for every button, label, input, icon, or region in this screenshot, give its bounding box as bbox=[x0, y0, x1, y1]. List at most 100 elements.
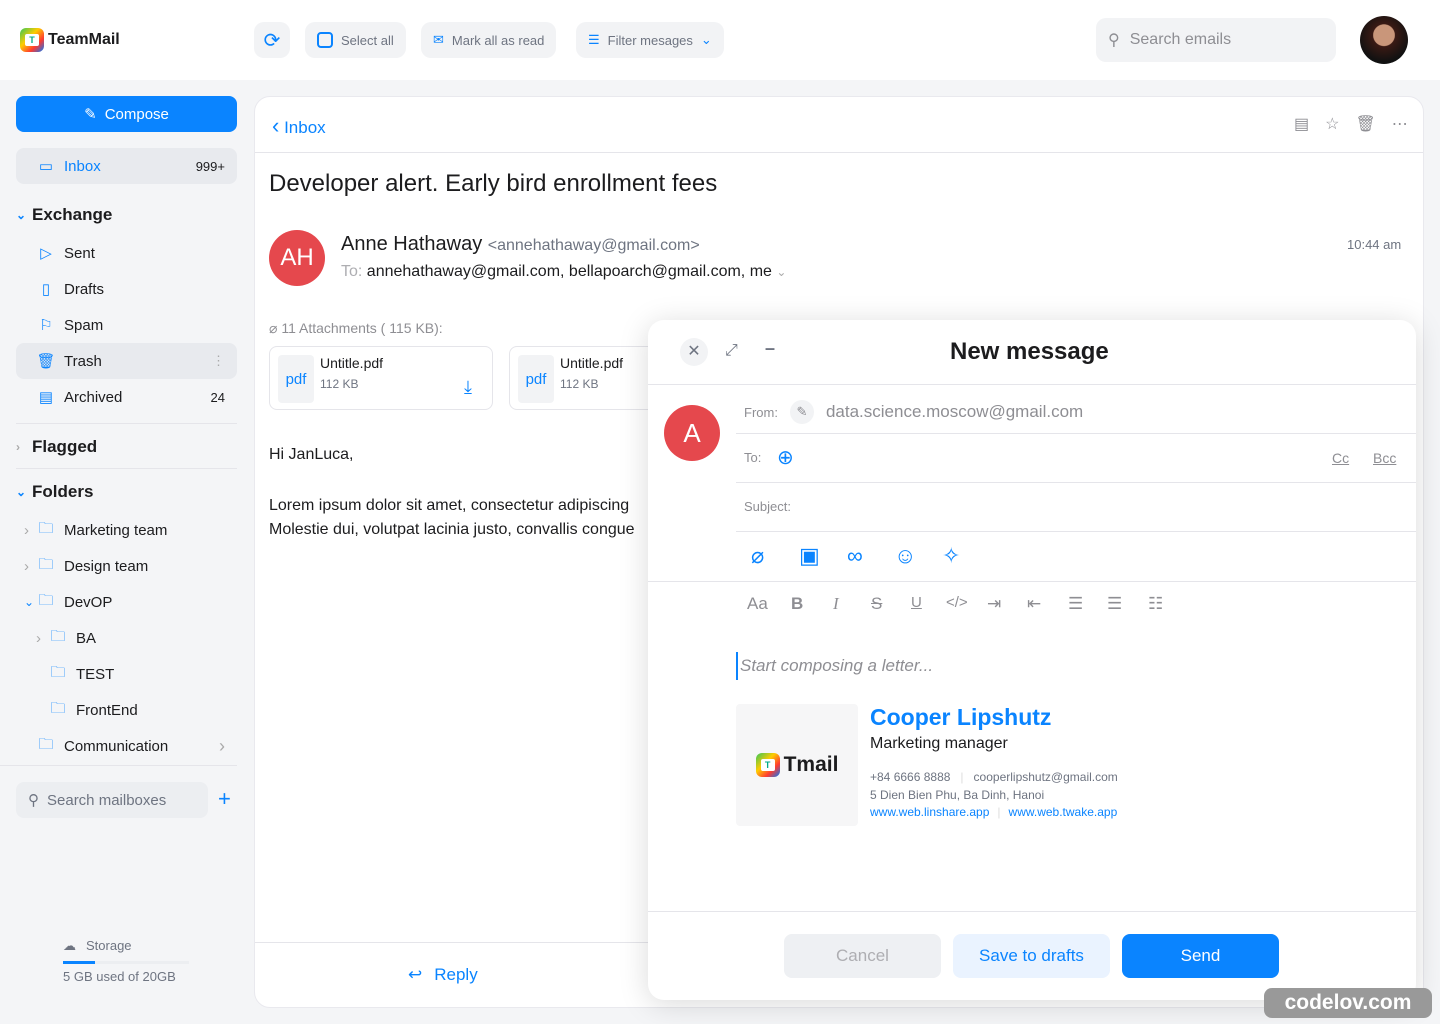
email-actions: ▤ ☆ 🗑︎ ⋯ bbox=[1294, 114, 1408, 134]
expand-icon[interactable]: ⤢ bbox=[725, 342, 738, 360]
sidebar-item-spam[interactable]: ⚐ Spam bbox=[16, 307, 237, 343]
link-icon[interactable]: ∞ bbox=[847, 543, 863, 569]
exchange-section-header[interactable]: ⌄ Exchange bbox=[16, 205, 112, 225]
signature-link[interactable]: www.web.twake.app bbox=[1009, 805, 1118, 819]
compose-icon: ✎ bbox=[84, 106, 97, 123]
sender-email: <annehathaway@gmail.com> bbox=[487, 237, 700, 254]
folder-marketing-team[interactable]: › 🗀 Marketing team bbox=[16, 512, 237, 548]
align-icon[interactable]: ☰ bbox=[1107, 594, 1122, 614]
mark-read-label: Mark all as read bbox=[451, 32, 545, 48]
signature-logo: T Tmail bbox=[736, 704, 858, 826]
minimize-icon[interactable]: – bbox=[765, 338, 775, 359]
attachments-header: ⌀ 11 Attachments ( 115 KB): bbox=[269, 320, 443, 337]
inbox-label: Inbox bbox=[64, 157, 101, 175]
numbered-list-icon[interactable]: ☷ bbox=[1148, 594, 1163, 614]
search-mailboxes-input[interactable]: ⚲ Search mailboxes bbox=[16, 782, 208, 818]
underline-icon[interactable]: U bbox=[911, 594, 922, 611]
folder-label: Communication bbox=[64, 737, 169, 755]
signature-link[interactable]: www.web.linshare.app bbox=[870, 805, 989, 819]
folder-test[interactable]: 🗀 TEST bbox=[16, 656, 237, 692]
trash-icon: 🗑︎ bbox=[36, 353, 56, 370]
sidebar-item-archived[interactable]: ▤ Archived 24 bbox=[16, 379, 237, 415]
signature-contact: +84 6666 8888 | cooperlipshutz@gmail.com bbox=[870, 770, 1118, 784]
folder-ba[interactable]: › 🗀 BA bbox=[16, 620, 237, 656]
more-vertical-icon[interactable]: ⋮ bbox=[212, 353, 225, 369]
star-icon[interactable]: ☆ bbox=[1325, 114, 1339, 134]
bold-icon[interactable]: B bbox=[791, 594, 803, 614]
back-to-inbox-link[interactable]: ‹ Inbox bbox=[272, 113, 326, 139]
code-icon[interactable]: </> bbox=[946, 594, 968, 611]
refresh-button[interactable]: ⟳ bbox=[254, 22, 290, 58]
add-folder-button[interactable]: + bbox=[218, 786, 231, 812]
teammail-logo-icon: T bbox=[20, 28, 44, 52]
from-email: data.science.moscow@gmail.com bbox=[825, 402, 1084, 421]
watermark: codelov.com bbox=[1264, 988, 1432, 1018]
attachment-card[interactable]: pdf Untitle.pdf 112 KB ⤓ bbox=[269, 346, 493, 410]
mark-all-read-button[interactable]: ✉ Mark all as read bbox=[421, 22, 557, 58]
bullet-list-icon[interactable]: ☰ bbox=[1068, 594, 1083, 614]
attachment-name: Untitle.pdf bbox=[560, 355, 624, 371]
cc-button[interactable]: Cc bbox=[1332, 450, 1349, 466]
user-avatar[interactable] bbox=[1360, 16, 1408, 64]
sidebar-item-drafts[interactable]: ▯ Drafts bbox=[16, 271, 237, 307]
folder-label: FrontEnd bbox=[76, 701, 138, 719]
close-icon[interactable]: ✕ bbox=[680, 338, 708, 366]
signature-role: Marketing manager bbox=[870, 735, 1008, 752]
folder-frontend[interactable]: 🗀 FrontEnd bbox=[16, 692, 237, 728]
reply-button[interactable]: ↩ Reply bbox=[408, 965, 478, 985]
folder-communication[interactable]: 🗀 Communication › bbox=[16, 728, 237, 764]
indent-icon[interactable]: ⇥ bbox=[987, 594, 1001, 614]
pdf-icon: pdf bbox=[518, 355, 554, 403]
folder-devop[interactable]: ⌄ 🗀 DevOP bbox=[16, 584, 237, 620]
email-subject: Developer alert. Early bird enrollment f… bbox=[269, 170, 718, 197]
folders-section-header[interactable]: ⌄ Folders bbox=[16, 482, 93, 502]
divider bbox=[255, 152, 1423, 153]
more-icon[interactable]: ⋯ bbox=[1392, 114, 1408, 134]
compose-label: Compose bbox=[104, 105, 169, 123]
add-recipient-icon[interactable]: ⊕ bbox=[777, 445, 794, 470]
chevron-down-icon: ⌄ bbox=[24, 595, 35, 609]
storage-header: ☁ Storage bbox=[63, 938, 132, 954]
archive-icon[interactable]: ▤ bbox=[1294, 114, 1309, 134]
checkbox-icon bbox=[317, 32, 333, 48]
signature-phone: +84 6666 8888 bbox=[870, 770, 951, 784]
tmail-logo-icon: T bbox=[755, 753, 780, 777]
signature-address: 5 Dien Bien Phu, Ba Dinh, Hanoi bbox=[870, 788, 1045, 802]
logo: T TeamMail bbox=[20, 28, 120, 52]
filter-messages-dropdown[interactable]: ☰ Filter mesages ⌄ bbox=[576, 22, 724, 58]
sidebar-item-sent[interactable]: ▷ Sent bbox=[16, 235, 237, 271]
emoji-icon[interactable]: ☺ bbox=[894, 543, 916, 569]
magic-wand-icon[interactable]: ✧ bbox=[942, 543, 960, 569]
cancel-button[interactable]: Cancel bbox=[784, 934, 941, 978]
font-size-button[interactable]: Aa bbox=[747, 594, 768, 614]
chevron-left-icon: ‹ bbox=[272, 113, 280, 138]
select-all-label: Select all bbox=[341, 32, 394, 48]
image-icon[interactable]: ▣ bbox=[799, 543, 820, 569]
folder-design-team[interactable]: › 🗀 Design team bbox=[16, 548, 237, 584]
flagged-section-header[interactable]: › Flagged bbox=[16, 437, 97, 457]
attach-icon[interactable]: ⌀ bbox=[751, 543, 764, 569]
archived-count: 24 bbox=[210, 389, 225, 405]
folder-icon: 🗀 bbox=[50, 627, 66, 645]
chevron-right-icon: › bbox=[24, 557, 29, 575]
trash-icon[interactable]: 🗑︎ bbox=[1355, 114, 1375, 134]
subject-field[interactable]: Subject: bbox=[744, 499, 791, 514]
chevron-down-icon[interactable]: ⌄ bbox=[776, 265, 786, 279]
select-all-button[interactable]: Select all bbox=[305, 22, 406, 58]
search-emails-input[interactable]: ⚲ Search emails bbox=[1096, 18, 1336, 62]
download-icon[interactable]: ⤓ bbox=[464, 377, 472, 398]
spam-label: Spam bbox=[64, 316, 104, 334]
save-to-drafts-button[interactable]: Save to drafts bbox=[953, 934, 1110, 978]
divider bbox=[16, 468, 237, 469]
sidebar-item-inbox[interactable]: ▭ Inbox 999+ bbox=[16, 148, 237, 184]
message-body-editor[interactable]: Start composing a letter... bbox=[736, 652, 933, 680]
archive-icon: ▤ bbox=[38, 389, 54, 406]
strikethrough-icon[interactable]: S bbox=[871, 594, 882, 614]
from-field[interactable]: From: ✎ data.science.moscow@gmail.com bbox=[744, 400, 1083, 424]
send-button[interactable]: Send bbox=[1122, 934, 1279, 978]
compose-button[interactable]: ✎ Compose bbox=[16, 96, 237, 132]
outdent-icon[interactable]: ⇤ bbox=[1027, 594, 1041, 614]
italic-icon[interactable]: I bbox=[833, 594, 839, 614]
bcc-button[interactable]: Bcc bbox=[1373, 450, 1396, 466]
sidebar-item-trash[interactable]: 🗑︎ Trash ⋮ bbox=[16, 343, 237, 379]
